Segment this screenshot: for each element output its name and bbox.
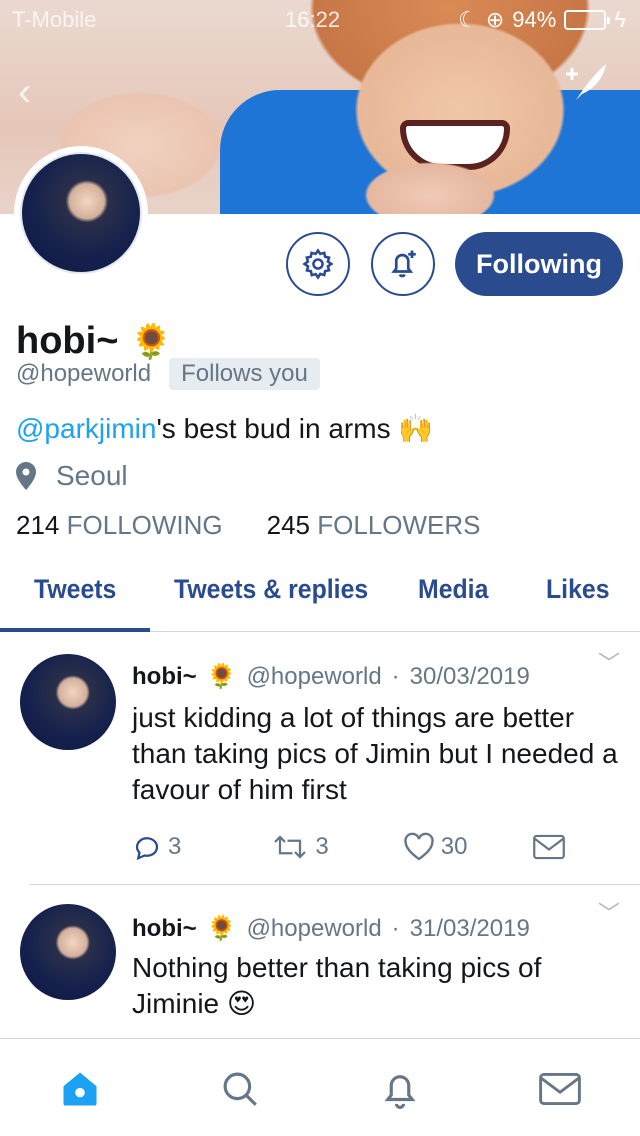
profile-handle: @hopeworld [16,360,152,387]
tweet-avatar[interactable] [20,904,116,1000]
sunflower-emoji: 🌻 [206,663,237,690]
meta-separator: · [391,914,400,942]
tweet-meta: hobi~ 🌻 @hopeworld · 30/03/2019 [132,662,530,691]
profile-tabs: Tweets Tweets & replies Media Likes [0,560,640,632]
settings-button[interactable] [286,232,350,296]
notify-button[interactable] [371,232,435,296]
search-icon [223,1072,257,1106]
nav-home[interactable] [56,1065,104,1113]
followers-count-link[interactable]: 245 FOLLOWERS [267,510,481,541]
battery-icon [564,10,611,30]
profile-name: hobi~ 🌻 [16,320,173,363]
tweet-author-handle: @hopeworld [246,662,382,690]
profile-avatar[interactable] [14,146,148,280]
tweet-actions: 3 3 30 [132,832,566,862]
bottom-navigation [0,1038,640,1136]
reply-count: 3 [168,833,182,860]
like-count: 30 [440,833,468,860]
tweet-divider [30,884,640,885]
tweet-author-name: hobi~ [132,914,197,942]
nav-search[interactable] [216,1065,264,1113]
retweet-button[interactable]: 3 [271,832,329,862]
reply-button[interactable]: 3 [132,832,181,862]
chevron-down-icon[interactable]: ﹀ [598,646,620,678]
tab-media[interactable]: Media [418,574,488,605]
location-pin-icon [16,462,36,490]
handle-row: @hopeworld Follows you [16,358,320,390]
carrier-name: T-Mobile [12,7,97,32]
sunflower-emoji: 🌻 [206,915,237,942]
profile-location: Seoul [16,460,128,492]
retweet-icon [274,835,307,859]
tweet-author-name: hobi~ [132,662,197,690]
tweet-text: Nothing better than taking pics of Jimin… [132,952,542,1019]
clock: 16:22 [285,7,341,32]
tweet-date: 31/03/2019 [409,914,530,942]
envelope-icon [533,834,566,860]
rotation-lock-icon: ⊕ [485,7,505,32]
gear-icon [302,248,334,280]
location-text: Seoul [56,460,128,491]
status-bar: T-Mobile 16:22 ☾ ⊕ 94% ϟ [0,0,640,40]
status-right: ☾ ⊕ 94% ϟ [458,7,626,33]
nav-messages[interactable] [536,1065,584,1113]
bell-icon [384,1075,416,1109]
tweet-text: just kidding a lot of things are better … [132,702,618,805]
active-tab-indicator [0,628,150,632]
tab-likes[interactable]: Likes [546,574,610,605]
following-button[interactable]: Following [455,232,623,296]
charging-icon: ϟ [614,7,626,32]
tweet-date: 30/03/2019 [409,662,530,690]
banner-photo-part [350,155,510,214]
follow-counts: 214 FOLLOWING 245 FOLLOWERS [16,510,481,541]
tweet-meta: hobi~ 🌻 @hopeworld · 31/03/2019 [132,914,530,943]
tweet-avatar[interactable] [20,654,116,750]
dm-button[interactable] [533,834,566,860]
tab-tweets-replies[interactable]: Tweets & replies [174,574,368,605]
chevron-left-icon[interactable]: ‹ [18,70,31,115]
heart-icon [404,832,434,861]
tweet-author-handle: @hopeworld [246,914,382,942]
chevron-down-icon[interactable]: ﹀ [598,896,620,928]
bio-text: 's best bud in arms 🙌 [156,413,434,444]
like-button[interactable]: 30 [403,832,468,862]
bio-mention-link[interactable]: @parkjimin [16,413,156,444]
meta-separator: · [391,662,400,690]
following-count-link[interactable]: 214 FOLLOWING [16,510,223,541]
nav-notifications[interactable] [376,1065,424,1113]
sunflower-emoji: 🌻 [130,322,173,361]
reply-icon [135,837,159,861]
envelope-icon [539,1073,581,1105]
moon-icon: ☾ [458,7,478,32]
follows-you-badge: Follows you [169,358,320,390]
home-icon [63,1072,97,1106]
compose-tweet-icon[interactable] [560,60,608,113]
battery-percent: 94% [512,7,557,32]
tab-tweets[interactable]: Tweets [34,574,116,605]
profile-name-text: hobi~ [16,320,119,362]
bell-add-icon [391,250,416,278]
profile-bio: @parkjimin's best bud in arms 🙌 [16,412,433,445]
retweet-count: 3 [315,833,329,860]
